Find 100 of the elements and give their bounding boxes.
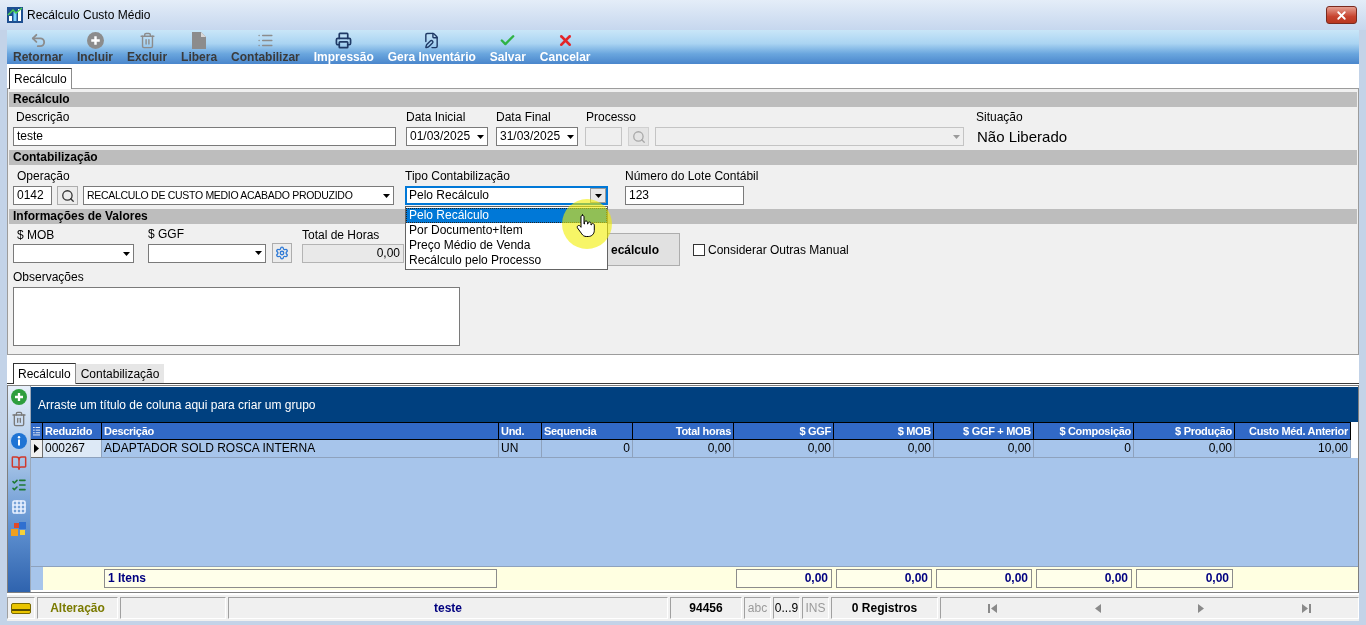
bar-chart-icon xyxy=(7,7,23,23)
section-header: Recálculo xyxy=(9,92,1357,107)
last-record-icon[interactable] xyxy=(1300,603,1311,613)
trash-icon xyxy=(138,32,156,49)
table-icon[interactable] xyxy=(11,499,27,515)
plus-circle-icon xyxy=(86,32,104,49)
row-pointer-icon xyxy=(34,444,39,453)
window-title: Recálculo Custo Médio xyxy=(27,8,151,22)
status-description: teste xyxy=(228,597,668,619)
column-header[interactable]: $ Produção xyxy=(1134,422,1235,440)
field-label: $ MOB xyxy=(16,228,56,242)
date-picker[interactable]: 31/03/2025 xyxy=(496,127,578,146)
summary-total: 0,00 xyxy=(736,569,832,588)
edit-document-icon xyxy=(423,32,441,49)
column-header[interactable]: Custo Méd. Anterior xyxy=(1235,422,1351,440)
column-chooser-icon xyxy=(33,426,40,436)
column-header[interactable]: $ GGF + MOB xyxy=(934,422,1034,440)
summary-total: 0,00 xyxy=(1136,569,1233,588)
table-cell: 0 xyxy=(1034,440,1134,458)
checklist-icon[interactable] xyxy=(11,477,27,493)
table-cell: 0,00 xyxy=(934,440,1034,458)
table-cell: 10,00 xyxy=(1235,440,1351,458)
field-label: Total de Horas xyxy=(302,228,381,242)
undo-arrow-icon xyxy=(29,32,47,49)
previous-record-icon[interactable] xyxy=(1092,603,1103,613)
observations-field[interactable] xyxy=(13,287,460,346)
summary-total: 0,00 xyxy=(1036,569,1132,588)
caret-icon xyxy=(566,134,574,139)
pointer-cursor-icon xyxy=(562,199,612,249)
dropdown-option[interactable]: Pelo Recálculo xyxy=(406,208,607,223)
column-header[interactable]: Reduzido xyxy=(43,422,102,440)
first-record-icon[interactable] xyxy=(988,603,999,613)
column-header[interactable]: $ Composição xyxy=(1034,422,1134,440)
caret-icon xyxy=(254,251,262,255)
column-header[interactable]: Descrição xyxy=(102,422,499,440)
toolbar-button[interactable]: Salvar xyxy=(489,30,526,64)
field-label: Operação xyxy=(16,169,71,183)
info-icon[interactable] xyxy=(11,433,27,449)
status-indicator: 0...9 xyxy=(773,597,800,619)
column-header[interactable]: Sequencia xyxy=(542,422,633,440)
settings-button[interactable] xyxy=(272,243,292,263)
toolbar-button[interactable]: Impressão xyxy=(313,30,374,64)
footer-indicator-cell xyxy=(31,567,43,590)
field-label: Data Final xyxy=(496,110,552,124)
checkbox-label: Considerar Outras Manual xyxy=(708,242,849,257)
search-icon xyxy=(631,129,646,144)
status-value: Não Liberado xyxy=(976,127,1068,146)
caret-icon xyxy=(122,251,130,256)
table-cell: 0 xyxy=(542,440,633,458)
search-button[interactable] xyxy=(57,186,78,205)
blocks-icon[interactable] xyxy=(11,521,27,537)
checkbox[interactable] xyxy=(693,243,705,256)
summary-count: 1 Itens xyxy=(104,569,497,588)
search-icon xyxy=(60,188,75,203)
ggf-combo[interactable] xyxy=(148,243,266,263)
column-header[interactable]: $ GGF xyxy=(734,422,834,440)
table-cell: 0,00 xyxy=(1134,440,1235,458)
operation-combo[interactable]: RECALCULO DE CUSTO MEDIO ACABADO PRODUZIDO xyxy=(83,186,394,205)
column-header[interactable]: Und. xyxy=(499,422,542,440)
next-record-icon[interactable] xyxy=(1196,603,1207,613)
page-icon xyxy=(192,32,207,49)
tab[interactable]: Recálculo xyxy=(13,363,76,384)
table-cell: 0,00 xyxy=(633,440,734,458)
section-header: Contabilização xyxy=(9,150,1357,165)
field-label: Data Inicial xyxy=(406,110,467,124)
accounting-type-combo[interactable]: Pelo Recálculo xyxy=(405,186,608,205)
table-cell: UN xyxy=(499,440,542,458)
toolbar-button[interactable]: Gera Inventário xyxy=(387,30,476,64)
field-label: Observações xyxy=(13,270,85,284)
group-hint: Arraste um título de coluna aqui para criar um grupo xyxy=(38,397,316,412)
description-field[interactable]: teste xyxy=(13,127,396,146)
table-cell: ADAPTADOR SOLD ROSCA INTERNA xyxy=(102,440,499,458)
batch-number-field[interactable]: 123 xyxy=(625,186,744,205)
toolbar-button[interactable]: Cancelar xyxy=(539,30,591,64)
operation-code-field[interactable]: 0142 xyxy=(13,186,52,205)
mob-combo[interactable] xyxy=(13,244,134,263)
field-label: Processo xyxy=(585,110,638,124)
status-mode: Alteração xyxy=(37,597,118,619)
date-picker[interactable]: 01/03/2025 xyxy=(406,127,488,146)
column-header[interactable]: Total horas xyxy=(633,422,734,440)
table-cell: 000267 xyxy=(43,440,102,458)
field-label: Descrição xyxy=(15,110,71,124)
add-icon[interactable] xyxy=(11,389,27,405)
summary-total: 0,00 xyxy=(836,569,932,588)
field-label: Situação xyxy=(976,110,1024,124)
tab[interactable]: Contabilização xyxy=(75,364,165,383)
status-code: 94456 xyxy=(670,597,742,619)
caret-icon xyxy=(382,193,390,198)
field-label: Tipo Contabilização xyxy=(405,169,511,183)
close-button[interactable] xyxy=(1326,6,1357,24)
row-selector[interactable] xyxy=(31,440,43,458)
column-header[interactable]: $ MOB xyxy=(834,422,934,440)
status-indicator: abc xyxy=(744,597,771,619)
total-hours-field: 0,00 xyxy=(302,244,404,263)
tab[interactable]: Recálculo xyxy=(9,68,72,89)
close-icon xyxy=(1335,8,1348,22)
column-chooser[interactable] xyxy=(31,422,43,440)
field-label: $ GGF xyxy=(148,227,185,241)
caret-icon xyxy=(952,134,960,139)
caret-icon xyxy=(476,134,484,139)
